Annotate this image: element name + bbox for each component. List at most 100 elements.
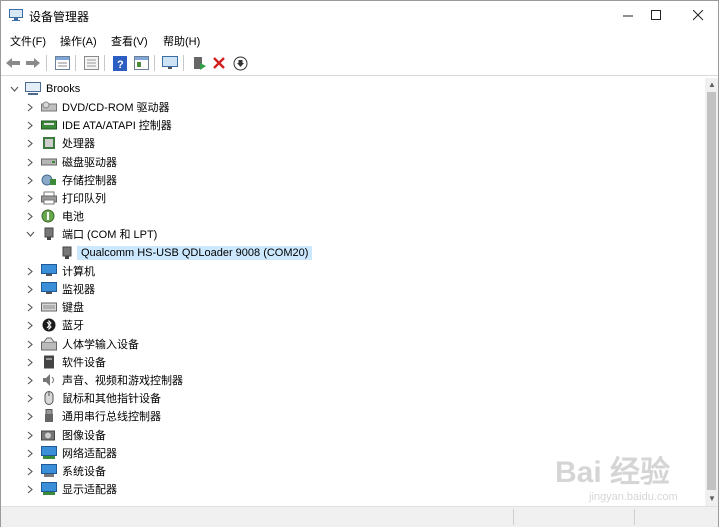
expand-chevron-icon[interactable] bbox=[25, 407, 35, 425]
uninstall-button[interactable] bbox=[210, 54, 228, 72]
tree-category[interactable]: 监视器 bbox=[25, 280, 95, 298]
collapse-chevron-icon[interactable] bbox=[25, 225, 35, 243]
expand-chevron-icon[interactable] bbox=[25, 116, 35, 134]
tree-category-label: 通用串行总线控制器 bbox=[62, 411, 161, 423]
tree-device[interactable]: Qualcomm HS-USB QDLoader 9008 (COM20) bbox=[59, 244, 313, 262]
tree-category[interactable]: 鼠标和其他指针设备 bbox=[25, 389, 161, 407]
tree-category[interactable]: 端口 (COM 和 LPT) bbox=[25, 225, 157, 243]
toolbar-separator bbox=[46, 55, 47, 71]
expand-chevron-icon[interactable] bbox=[25, 371, 35, 389]
tree-category[interactable]: 键盘 bbox=[25, 298, 84, 316]
enable-device-icon bbox=[194, 56, 206, 70]
expand-chevron-icon[interactable] bbox=[25, 480, 35, 498]
menu-view[interactable]: 查看(V) bbox=[111, 33, 148, 49]
expand-chevron-icon[interactable] bbox=[25, 207, 35, 225]
expand-chevron-icon[interactable] bbox=[25, 353, 35, 371]
menu-action[interactable]: 操作(A) bbox=[60, 33, 97, 49]
tree-root[interactable]: Brooks bbox=[9, 80, 80, 98]
expand-chevron-icon[interactable] bbox=[25, 280, 35, 298]
expand-chevron-icon[interactable] bbox=[25, 171, 35, 189]
tree-category[interactable]: 网络适配器 bbox=[25, 444, 117, 462]
display-adapter-icon bbox=[41, 482, 57, 496]
scan-hardware-button[interactable] bbox=[161, 54, 179, 72]
tree-category-label: 系统设备 bbox=[62, 466, 106, 478]
tree-category[interactable]: 系统设备 bbox=[25, 462, 106, 480]
tree-category[interactable]: 磁盘驱动器 bbox=[25, 153, 117, 171]
port-icon bbox=[41, 227, 57, 241]
enable-device-button[interactable] bbox=[191, 54, 209, 72]
dvd-drive-icon bbox=[41, 100, 57, 114]
tree-category[interactable]: 电池 bbox=[25, 207, 84, 225]
menu-file[interactable]: 文件(F) bbox=[10, 33, 46, 49]
tree-category-label: 网络适配器 bbox=[62, 448, 117, 460]
expand-chevron-icon[interactable] bbox=[25, 444, 35, 462]
forward-icon bbox=[26, 58, 40, 68]
update-driver-icon bbox=[233, 56, 247, 70]
tree-category-label: 处理器 bbox=[62, 138, 95, 150]
forward-button[interactable] bbox=[24, 54, 42, 72]
expand-chevron-icon[interactable] bbox=[25, 426, 35, 444]
close-button[interactable] bbox=[680, 1, 716, 30]
expand-chevron-icon[interactable] bbox=[25, 134, 35, 152]
update-driver-button[interactable] bbox=[231, 54, 249, 72]
show-hidden-button[interactable] bbox=[82, 54, 100, 72]
tree-category[interactable]: 处理器 bbox=[25, 134, 95, 152]
port-device-icon bbox=[59, 246, 75, 260]
tree-category[interactable]: 图像设备 bbox=[25, 426, 106, 444]
tree-category[interactable]: 存储控制器 bbox=[25, 171, 117, 189]
tree-category-label: 磁盘驱动器 bbox=[62, 157, 117, 169]
tree-category[interactable]: 打印队列 bbox=[25, 189, 106, 207]
scroll-up-icon[interactable]: ▲ bbox=[708, 80, 716, 89]
tree-category-label: 软件设备 bbox=[62, 357, 106, 369]
expand-chevron-icon[interactable] bbox=[25, 153, 35, 171]
expand-chevron-icon[interactable] bbox=[25, 298, 35, 316]
help-icon: ? bbox=[113, 55, 127, 71]
tree-category-label: 计算机 bbox=[62, 266, 95, 278]
watermark-sub: jingyan.baidu.com bbox=[589, 491, 678, 503]
device-manager-icon bbox=[9, 9, 23, 21]
monitor-icon bbox=[41, 282, 57, 296]
tree-category[interactable]: IDE ATA/ATAPI 控制器 bbox=[25, 116, 172, 134]
menu-bar: 文件(F) 操作(A) 查看(V) 帮助(H) bbox=[1, 30, 718, 50]
menu-help[interactable]: 帮助(H) bbox=[163, 33, 200, 49]
properties-icon bbox=[54, 56, 70, 70]
expand-chevron-icon[interactable] bbox=[25, 335, 35, 353]
expand-chevron-icon[interactable] bbox=[25, 389, 35, 407]
tree-category[interactable]: 显示适配器 bbox=[25, 480, 117, 498]
status-bar bbox=[1, 506, 718, 527]
expand-chevron-icon[interactable] bbox=[25, 98, 35, 116]
expand-chevron-icon[interactable] bbox=[25, 189, 35, 207]
show-hidden-icon bbox=[83, 56, 99, 70]
tree-category-label: 键盘 bbox=[62, 302, 84, 314]
maximize-button[interactable] bbox=[638, 1, 674, 30]
minimize-icon bbox=[622, 15, 633, 17]
expand-chevron-icon[interactable] bbox=[25, 462, 35, 480]
close-icon bbox=[692, 10, 703, 21]
vertical-scroll-thumb[interactable] bbox=[707, 92, 716, 490]
tree-category[interactable]: 蓝牙 bbox=[25, 316, 84, 334]
collapse-chevron-icon[interactable] bbox=[9, 80, 19, 98]
tree-category[interactable]: 通用串行总线控制器 bbox=[25, 407, 161, 425]
expand-chevron-icon[interactable] bbox=[25, 262, 35, 280]
view-button[interactable] bbox=[132, 54, 150, 72]
camera-icon bbox=[41, 428, 57, 442]
vertical-scrollbar[interactable]: ▲ ▼ bbox=[705, 78, 718, 506]
device-tree[interactable]: Brooks DVD/CD-ROM 驱动器 IDE ATA/ATAPI 控制器处理… bbox=[1, 78, 705, 506]
tree-category[interactable]: 软件设备 bbox=[25, 353, 106, 371]
tree-category[interactable]: 人体学输入设备 bbox=[25, 335, 139, 353]
tree-category[interactable]: 声音、视频和游戏控制器 bbox=[25, 371, 183, 389]
ide-controller-icon bbox=[41, 118, 57, 132]
toolbar-separator bbox=[154, 55, 155, 71]
properties-button[interactable] bbox=[53, 54, 71, 72]
tree-category-label: 鼠标和其他指针设备 bbox=[62, 393, 161, 405]
keyboard-icon bbox=[41, 300, 57, 314]
toolbar: ? bbox=[1, 51, 718, 76]
title-bar[interactable]: 设备管理器 bbox=[1, 1, 718, 30]
maximize-icon bbox=[650, 10, 661, 20]
tree-category[interactable]: 计算机 bbox=[25, 262, 95, 280]
help-button[interactable]: ? bbox=[111, 54, 129, 72]
back-button[interactable] bbox=[4, 54, 22, 72]
expand-chevron-icon[interactable] bbox=[25, 316, 35, 334]
tree-category[interactable]: DVD/CD-ROM 驱动器 bbox=[25, 98, 170, 116]
usb-icon bbox=[41, 409, 57, 423]
